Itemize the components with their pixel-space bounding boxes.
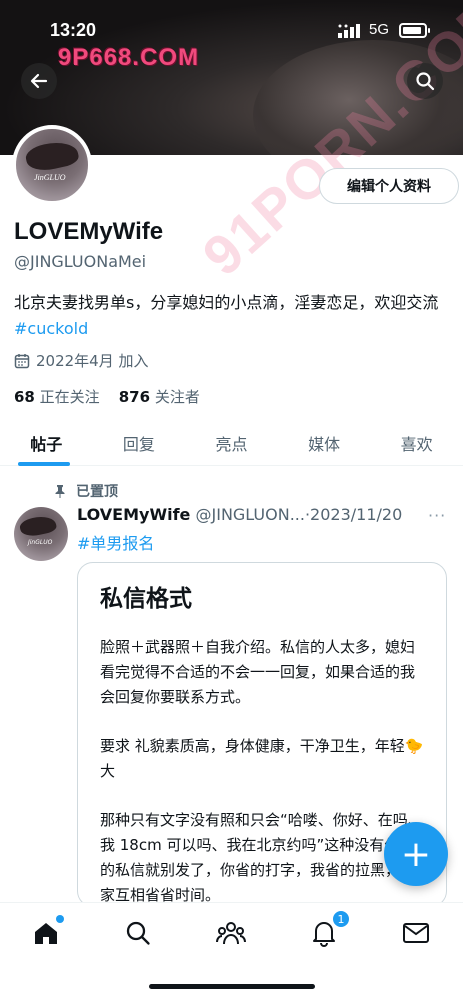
nav-notifications[interactable]: 1 [308, 910, 350, 949]
more-options-icon[interactable]: ··· [428, 506, 446, 525]
tab-media[interactable]: 媒体 [278, 420, 371, 465]
compose-post-button[interactable]: + [384, 822, 448, 886]
notification-badge: 1 [332, 910, 350, 928]
back-button[interactable] [21, 63, 57, 99]
network-type: 5G [369, 21, 390, 38]
following-link[interactable]: 68 正在关注 [14, 388, 100, 406]
post-header: LOVEMyWife @JINGLUON...·2023/11/20 [77, 505, 413, 524]
post-hashtag-link[interactable]: #单男报名 [77, 530, 154, 554]
bio-text: 北京夫妻找男单s，分享媳妇的小点滴，淫妻恋足，欢迎交流 [14, 293, 439, 312]
join-date-text: 2022年4月 加入 [36, 352, 149, 370]
post-meta: @JINGLUON...·2023/11/20 [195, 505, 403, 524]
profile-avatar[interactable]: JinGLUO [12, 125, 92, 205]
search-button[interactable] [407, 63, 443, 99]
post-author-avatar[interactable]: JinGLUO [14, 507, 68, 561]
home-icon [35, 923, 57, 944]
pinned-label: 已置顶 [76, 484, 118, 500]
tab-highlights[interactable]: 亮点 [185, 420, 278, 465]
profile-bio: 北京夫妻找男单s，分享媳妇的小点滴，淫妻恋足，欢迎交流 #cuckold [14, 290, 454, 342]
home-unread-dot [56, 915, 64, 923]
profile-tabs: 帖子 回复 亮点 媒体 喜欢 [0, 420, 463, 466]
avatar-caption: JinGLUO [34, 173, 66, 182]
cellular-signal-icon [338, 24, 360, 38]
messages-icon [403, 923, 429, 943]
bio-hashtag-link[interactable]: #cuckold [14, 319, 88, 338]
display-name: LOVEMyWife [14, 218, 164, 245]
nav-communities[interactable] [215, 917, 247, 949]
pinned-indicator: 已置顶 [54, 481, 118, 501]
tab-likes[interactable]: 喜欢 [370, 420, 463, 465]
card-title: 私信格式 [100, 586, 192, 612]
card-paragraph-2: 要求 礼貌素质高，身体健康，干净卫生，年轻🐤大 [100, 737, 424, 780]
nav-messages[interactable] [400, 917, 432, 949]
battery-icon [399, 23, 430, 38]
home-indicator[interactable] [149, 984, 315, 989]
follow-stats: 68 正在关注 876 关注者 [14, 386, 200, 407]
status-time: 13:20 [50, 20, 97, 40]
post-author-name[interactable]: LOVEMyWife [77, 505, 190, 524]
communities-icon [216, 922, 246, 945]
arrow-left-icon [30, 73, 48, 89]
tab-posts[interactable]: 帖子 [0, 420, 93, 466]
nav-home[interactable] [30, 915, 64, 949]
nav-search[interactable] [122, 917, 154, 949]
plus-icon: + [400, 833, 432, 875]
calendar-icon [14, 353, 30, 368]
edit-profile-button[interactable]: 编辑个人资料 [319, 168, 459, 204]
watermark-top: 9P668.COM [58, 44, 200, 71]
pin-icon [55, 485, 65, 498]
card-paragraph-3: 那种只有文字没有照和只会“哈喽、你好、在吗、我 18cm 可以吗、我在北京约吗”… [100, 811, 423, 904]
join-date: 2022年4月 加入 [14, 350, 149, 371]
search-icon [416, 72, 435, 91]
tab-replies[interactable]: 回复 [93, 420, 186, 465]
followers-link[interactable]: 876 关注者 [119, 388, 200, 406]
card-paragraph-1: 脸照＋武器照＋自我介绍。私信的人太多，媳妇看完觉得不合适的不会一一回复，如果合适… [100, 638, 416, 706]
user-handle: @JINGLUONaMei [14, 252, 147, 271]
search-icon [126, 921, 150, 945]
